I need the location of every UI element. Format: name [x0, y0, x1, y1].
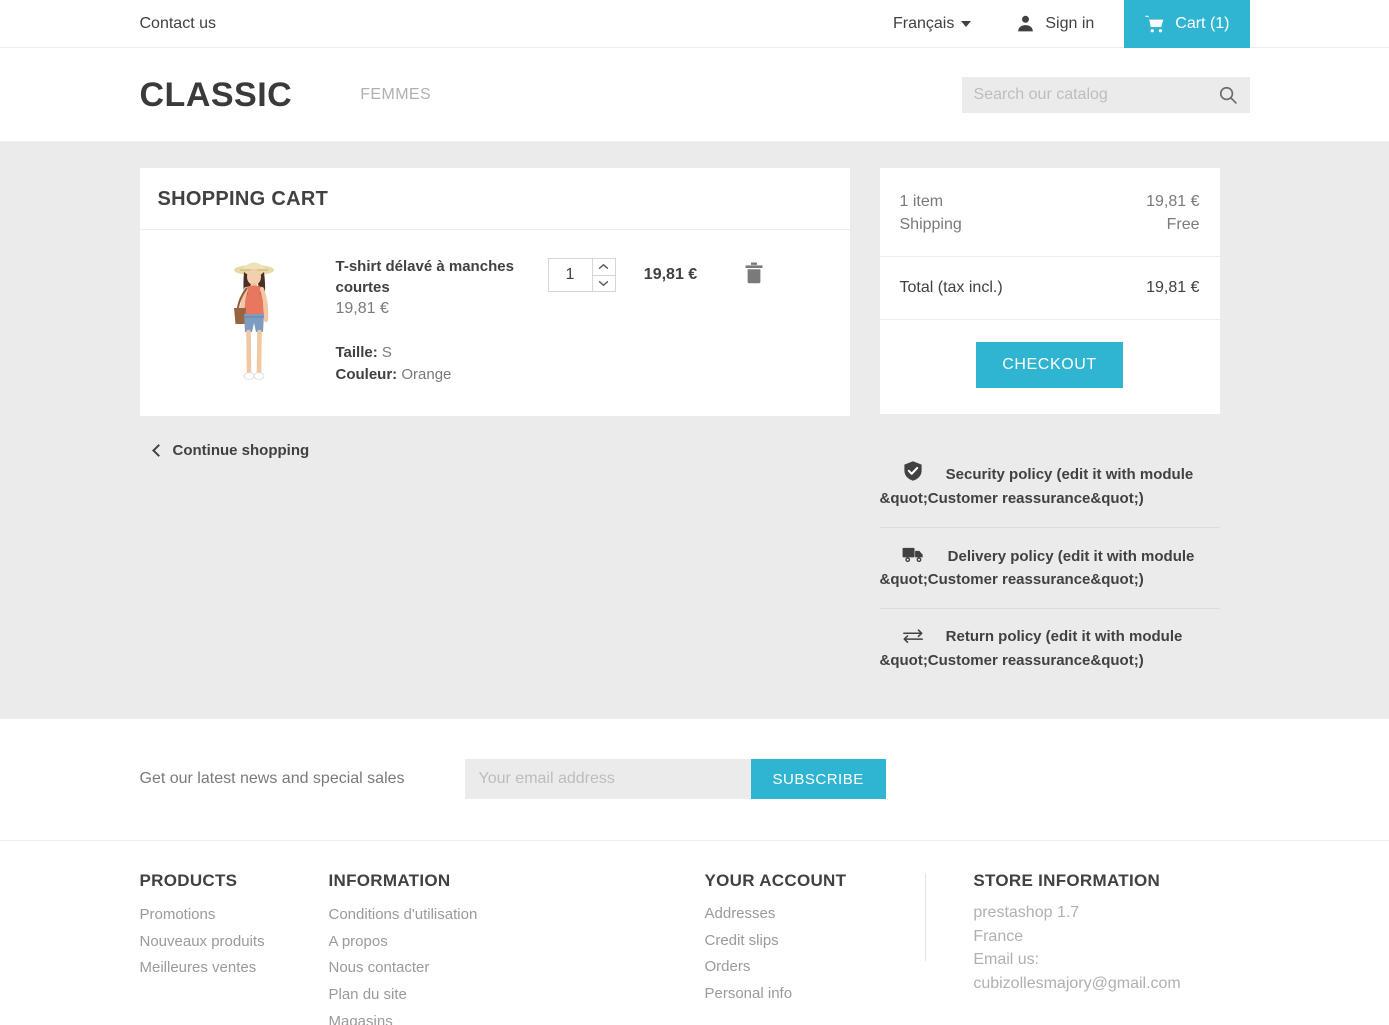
newsletter-text: Get our latest news and special sales: [140, 770, 405, 788]
reassurance-delivery-text: Delivery policy (edit it with module &qu…: [880, 548, 1195, 588]
site-header: CLASSIC FEMMES: [0, 48, 1389, 142]
product-unit-price: 19,81 €: [336, 300, 536, 318]
footer-store-country: France: [973, 925, 1249, 949]
quantity-input[interactable]: [549, 259, 592, 291]
summary-line-items: 1 item 19,81 €: [900, 190, 1200, 213]
summary-subtotals: 1 item 19,81 € Shipping Free: [880, 168, 1220, 257]
footer-link-credit-slips[interactable]: Credit slips: [705, 928, 926, 955]
reassurance-item-security: Security policy (edit it with module &qu…: [880, 444, 1220, 528]
quantity-increase-button[interactable]: [593, 259, 615, 276]
cart-label: Cart (1): [1175, 15, 1229, 33]
chevron-left-icon: [152, 444, 165, 457]
summary-line-shipping: Shipping Free: [900, 213, 1200, 236]
newsletter-form: SUBSCRIBE: [465, 759, 886, 799]
attribute-color-value: Orange: [401, 366, 451, 383]
search-box[interactable]: [962, 77, 1250, 113]
reassurance-security-text: Security policy (edit it with module &qu…: [880, 466, 1194, 506]
footer-link-orders[interactable]: Orders: [705, 954, 926, 981]
reassurance-block: Security policy (edit it with module &qu…: [880, 444, 1220, 689]
footer-column-account: YOUR ACCOUNT Addresses Credit slips Orde…: [705, 871, 926, 1008]
cart-item-row: T-shirt délavé à manches courtes 19,81 €…: [156, 248, 834, 394]
search-input[interactable]: [974, 86, 1218, 104]
newsletter-email-input[interactable]: [465, 759, 751, 799]
sign-in-label: Sign in: [1045, 15, 1094, 33]
attribute-color: Couleur: Orange: [336, 364, 536, 386]
attribute-size-label: Taille:: [336, 344, 378, 361]
person-icon: [1015, 13, 1036, 34]
cart-column: SHOPPING CART: [140, 168, 850, 459]
footer-store-title: STORE INFORMATION: [973, 871, 1249, 891]
page-title: SHOPPING CART: [158, 188, 832, 211]
language-label: Français: [893, 15, 954, 33]
footer-link-conditions[interactable]: Conditions d'utilisation: [329, 902, 705, 929]
quantity-control: [548, 248, 616, 292]
quantity-decrease-button[interactable]: [593, 276, 615, 292]
exchange-arrows-icon: [902, 628, 924, 644]
footer-link-nouveaux-produits[interactable]: Nouveaux produits: [140, 929, 329, 956]
summary-items-label: 1 item: [900, 190, 944, 213]
summary-items-value: 19,81 €: [1146, 190, 1199, 213]
delivery-truck-icon: [902, 544, 926, 564]
cart-items-list: T-shirt délavé à manches courtes 19,81 €…: [140, 230, 850, 416]
sign-in-link[interactable]: Sign in: [1015, 13, 1094, 34]
footer-store-name: prestashop 1.7: [973, 901, 1249, 925]
main-content: SHOPPING CART: [0, 142, 1389, 719]
subscribe-button[interactable]: SUBSCRIBE: [751, 759, 886, 799]
cart-button[interactable]: Cart (1): [1124, 0, 1249, 48]
footer-link-nous-contacter[interactable]: Nous contacter: [329, 955, 705, 982]
continue-shopping-link[interactable]: Continue shopping: [140, 442, 850, 459]
attribute-size-value: S: [382, 344, 392, 361]
footer-link-meilleures-ventes[interactable]: Meilleures ventes: [140, 955, 329, 982]
shield-check-icon: [902, 460, 924, 482]
site-footer: PRODUCTS Promotions Nouveaux produits Me…: [0, 841, 1389, 1025]
attribute-color-label: Couleur:: [336, 366, 398, 383]
chevron-down-icon: [961, 21, 971, 27]
trash-icon: [744, 262, 764, 284]
footer-store-email: Email us: cubizollesmajory@gmail.com: [973, 948, 1249, 995]
cart-card-header: SHOPPING CART: [140, 168, 850, 230]
product-attributes: Taille: S Couleur: Orange: [336, 342, 536, 386]
attribute-size: Taille: S: [336, 342, 536, 364]
reassurance-item-delivery: Delivery policy (edit it with module &qu…: [880, 528, 1220, 610]
summary-total-value: 19,81 €: [1146, 279, 1199, 297]
nav-item-femmes[interactable]: FEMMES: [360, 86, 431, 104]
footer-account-title: YOUR ACCOUNT: [705, 871, 926, 891]
site-logo[interactable]: CLASSIC: [140, 76, 293, 115]
summary-total-row: Total (tax incl.) 19,81 €: [880, 257, 1220, 320]
footer-information-title: INFORMATION: [329, 871, 705, 891]
footer-link-a-propos[interactable]: A propos: [329, 929, 705, 956]
search-icon[interactable]: [1218, 85, 1238, 105]
footer-link-plan-du-site[interactable]: Plan du site: [329, 982, 705, 1009]
remove-item-button[interactable]: [744, 248, 764, 284]
product-line-total: 19,81 €: [616, 248, 726, 284]
summary-shipping-label: Shipping: [900, 213, 962, 236]
summary-total-label: Total (tax incl.): [900, 279, 1003, 297]
footer-column-products: PRODUCTS Promotions Nouveaux produits Me…: [140, 871, 329, 982]
language-selector[interactable]: Français: [893, 15, 971, 33]
footer-column-store-information: STORE INFORMATION prestashop 1.7 France …: [925, 871, 1249, 996]
footer-link-personal-info[interactable]: Personal info: [705, 981, 926, 1008]
product-thumbnail[interactable]: [194, 248, 314, 394]
contact-us-link[interactable]: Contact us: [140, 0, 216, 48]
top-navigation-bar: Contact us Français Sign in: [0, 0, 1389, 48]
product-name[interactable]: T-shirt délavé à manches courtes: [336, 256, 536, 298]
footer-link-magasins[interactable]: Magasins: [329, 1009, 705, 1025]
footer-products-title: PRODUCTS: [140, 871, 329, 891]
shopping-cart-icon: [1144, 13, 1166, 35]
product-details: T-shirt délavé à manches courtes 19,81 €…: [336, 248, 536, 386]
checkout-section: CHECKOUT: [880, 320, 1220, 414]
reassurance-item-return: Return policy (edit it with module &quot…: [880, 609, 1220, 689]
checkout-button[interactable]: CHECKOUT: [976, 342, 1123, 388]
newsletter-section: Get our latest news and special sales SU…: [0, 719, 1389, 841]
summary-shipping-value: Free: [1167, 213, 1200, 236]
footer-link-addresses[interactable]: Addresses: [705, 901, 926, 928]
continue-shopping-label: Continue shopping: [173, 442, 310, 459]
footer-column-information: INFORMATION Conditions d'utilisation A p…: [329, 871, 705, 1025]
reassurance-return-text: Return policy (edit it with module &quot…: [880, 628, 1183, 668]
footer-link-promotions[interactable]: Promotions: [140, 902, 329, 929]
shopping-cart-card: SHOPPING CART: [140, 168, 850, 416]
page-root: Contact us Français Sign in: [0, 0, 1389, 1025]
summary-column: 1 item 19,81 € Shipping Free Total (tax …: [880, 168, 1220, 689]
cart-summary-card: 1 item 19,81 € Shipping Free Total (tax …: [880, 168, 1220, 414]
